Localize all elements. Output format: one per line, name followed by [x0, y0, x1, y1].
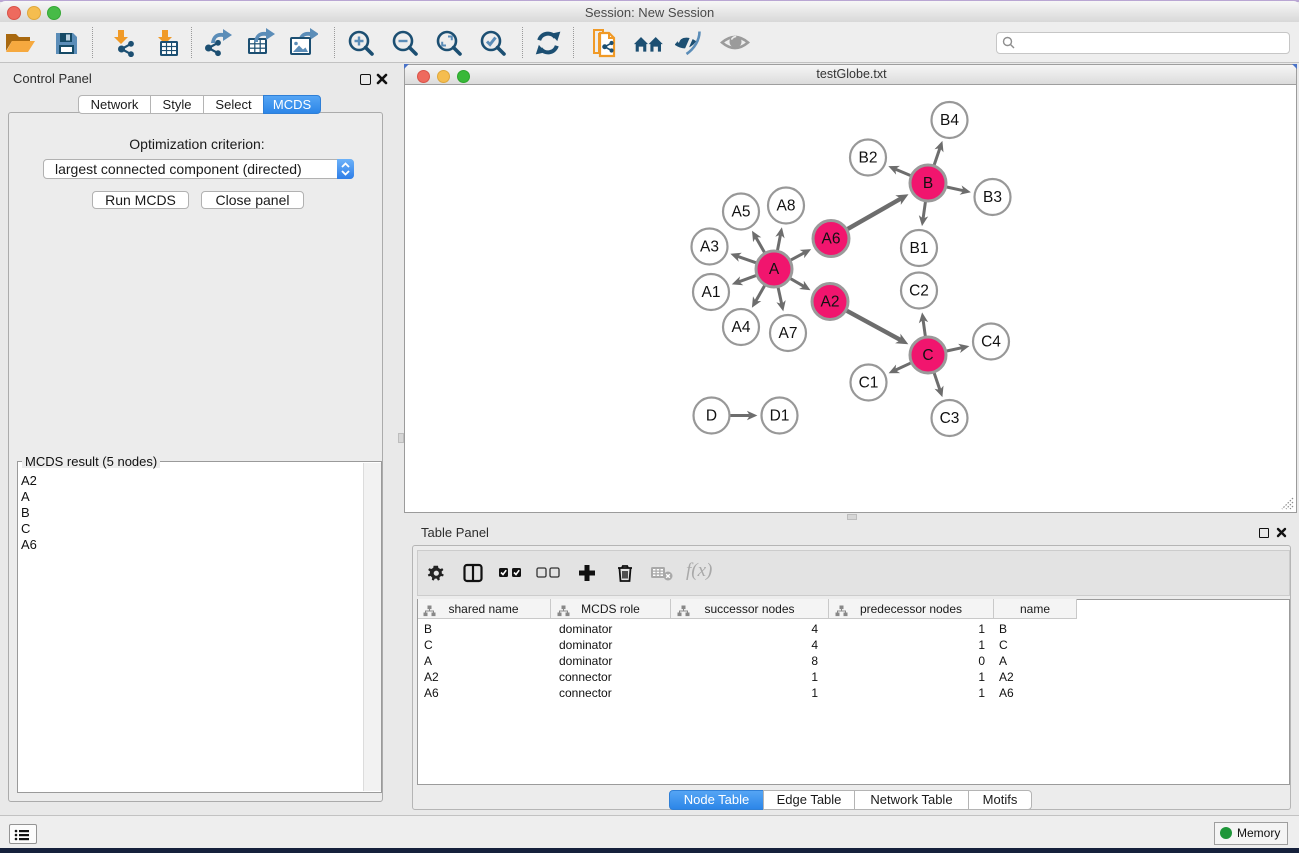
svg-text:A: A: [769, 261, 780, 278]
svg-text:A2: A2: [821, 294, 840, 311]
svg-text:A8: A8: [777, 198, 796, 215]
svg-text:A3: A3: [700, 239, 719, 256]
svg-text:C: C: [922, 347, 933, 364]
svg-text:B: B: [923, 175, 933, 192]
svg-text:B2: B2: [859, 150, 878, 167]
svg-text:C2: C2: [909, 283, 929, 300]
svg-text:C4: C4: [981, 334, 1001, 351]
svg-text:D: D: [706, 408, 717, 425]
svg-text:A1: A1: [702, 284, 721, 301]
svg-text:D1: D1: [770, 408, 790, 425]
svg-text:B3: B3: [983, 189, 1002, 206]
svg-text:A6: A6: [822, 231, 841, 248]
svg-text:C1: C1: [859, 375, 879, 392]
svg-text:A5: A5: [732, 204, 751, 221]
svg-text:B4: B4: [940, 112, 959, 129]
svg-text:B1: B1: [910, 240, 929, 257]
svg-text:C3: C3: [940, 410, 960, 427]
svg-text:A4: A4: [732, 319, 751, 336]
svg-text:A7: A7: [779, 325, 798, 342]
